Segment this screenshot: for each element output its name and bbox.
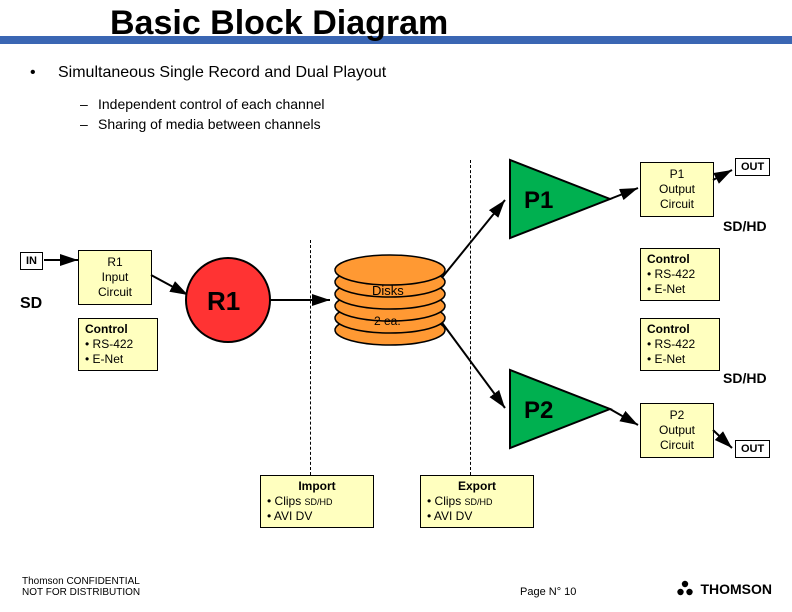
dash-2-text: Sharing of media between channels bbox=[98, 116, 321, 132]
out-tag-1: OUT bbox=[735, 158, 770, 176]
dashed-line-2 bbox=[470, 160, 471, 475]
import-l3: • AVI DV bbox=[267, 509, 367, 524]
thomson-logo: THOMSON bbox=[676, 580, 772, 598]
sdhd-label-1: SD/HD bbox=[723, 218, 767, 234]
bullet-text: Simultaneous Single Record and Dual Play… bbox=[58, 64, 386, 82]
p2-out-l2: Output bbox=[647, 423, 707, 438]
footer-l2: NOT FOR DISTRIBUTION bbox=[22, 587, 140, 598]
p2-ctrl-l2: • RS-422 bbox=[647, 337, 713, 352]
slide: Basic Block Diagram • Simultaneous Singl… bbox=[0, 0, 792, 612]
svg-text:R1: R1 bbox=[207, 286, 240, 316]
svg-text:2 ea.: 2 ea. bbox=[374, 314, 401, 328]
p1-out-l1: P1 bbox=[647, 167, 707, 182]
p1-control-box: Control • RS-422 • E-Net bbox=[640, 248, 720, 301]
r1-ctrl-l3: • E-Net bbox=[85, 352, 151, 367]
p1-out-l3: Circuit bbox=[647, 197, 707, 212]
p2-output-circuit-box: P2 Output Circuit bbox=[640, 403, 714, 458]
sd-tag: SD bbox=[20, 295, 42, 313]
export-l1: Export bbox=[427, 479, 527, 494]
p2-out-l1: P2 bbox=[647, 408, 707, 423]
diagram-svg: P1 P2 R1 Disks 2 ea. bbox=[0, 0, 792, 612]
dash-1-text: Independent control of each channel bbox=[98, 96, 325, 112]
p2-ctrl-l3: • E-Net bbox=[647, 352, 713, 367]
import-box: Import • Clips SD/HD • AVI DV bbox=[260, 475, 374, 528]
bullet-dot: • bbox=[30, 64, 36, 82]
footer-l1: Thomson CONFIDENTIAL bbox=[22, 576, 140, 587]
p2-control-box: Control • RS-422 • E-Net bbox=[640, 318, 720, 371]
svg-text:P1: P1 bbox=[524, 187, 553, 214]
footer-confidential: Thomson CONFIDENTIAL NOT FOR DISTRIBUTIO… bbox=[22, 576, 140, 598]
export-l3: • AVI DV bbox=[427, 509, 527, 524]
p1-ctrl-l3: • E-Net bbox=[647, 282, 713, 297]
dash-1-marker: – bbox=[80, 96, 88, 112]
import-l1: Import bbox=[267, 479, 367, 494]
sdhd-label-2: SD/HD bbox=[723, 370, 767, 386]
export-l2: • Clips SD/HD bbox=[427, 494, 527, 509]
r1-input-l3: Circuit bbox=[85, 285, 145, 300]
page-number: Page N° 10 bbox=[520, 586, 576, 598]
p1-ctrl-l1: Control bbox=[647, 252, 713, 267]
import-l2: • Clips SD/HD bbox=[267, 494, 367, 509]
logo-icon bbox=[676, 580, 694, 598]
in-tag: IN bbox=[20, 252, 43, 270]
p1-out-l2: Output bbox=[647, 182, 707, 197]
r1-input-l2: Input bbox=[85, 270, 145, 285]
r1-ctrl-l2: • RS-422 bbox=[85, 337, 151, 352]
p1-output-circuit-box: P1 Output Circuit bbox=[640, 162, 714, 217]
r1-input-circuit-box: R1 Input Circuit bbox=[78, 250, 152, 305]
r1-input-l1: R1 bbox=[85, 255, 145, 270]
r1-ctrl-l1: Control bbox=[85, 322, 151, 337]
slide-title: Basic Block Diagram bbox=[110, 4, 448, 43]
svg-text:P2: P2 bbox=[524, 397, 553, 424]
export-box: Export • Clips SD/HD • AVI DV bbox=[420, 475, 534, 528]
p1-ctrl-l2: • RS-422 bbox=[647, 267, 713, 282]
dash-2-marker: – bbox=[80, 116, 88, 132]
logo-text: THOMSON bbox=[700, 581, 772, 597]
p2-out-l3: Circuit bbox=[647, 438, 707, 453]
p2-ctrl-l1: Control bbox=[647, 322, 713, 337]
r1-control-box: Control • RS-422 • E-Net bbox=[78, 318, 158, 371]
svg-text:Disks: Disks bbox=[372, 283, 404, 298]
out-tag-2: OUT bbox=[735, 440, 770, 458]
dashed-line-1 bbox=[310, 240, 311, 475]
